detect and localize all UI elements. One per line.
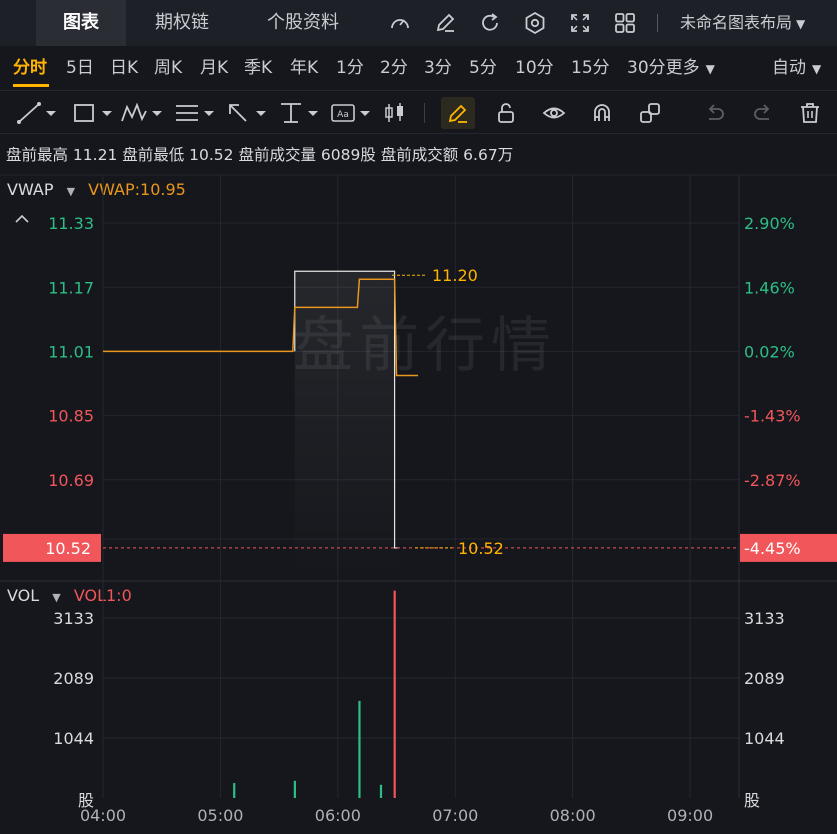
volume-bar [358,700,361,798]
volume-tick-label-right: 2089 [744,669,785,688]
volume-bar [393,590,396,798]
x-tick-label: 06:00 [315,806,361,825]
pct-tick-label: 2.90% [744,214,795,233]
volume-bar [293,780,296,798]
x-tick-label: 05:00 [197,806,243,825]
volume-bar [379,784,383,798]
x-tick-label: 09:00 [667,806,713,825]
pct-tick-label: 0.02% [744,342,795,361]
volume-unit-label: 股 [78,791,94,810]
last-price-badge-text: 10.52 [45,539,91,558]
price-tick-label: 10.69 [48,471,94,490]
pct-tick-label: -1.43% [744,407,801,426]
volume-tick-label-right: 1044 [744,729,785,748]
pct-tick-label: 1.46% [744,278,795,297]
pct-tick-label: -2.87% [744,471,801,490]
last-pct-badge-text: -4.45% [744,539,801,558]
price-tick-label: 11.01 [48,342,94,361]
x-tick-label: 07:00 [432,806,478,825]
volume-tick-label: 2089 [53,669,94,688]
high-price-annotation: 11.20 [432,266,478,285]
volume-unit-label-right: 股 [744,791,760,810]
x-tick-label: 08:00 [550,806,596,825]
price-area-fill [294,271,399,580]
price-tick-label: 11.33 [48,214,94,233]
price-volume-chart[interactable]: 盘前行情 04:00 05:00 06:00 07:00 08:00 09:0011.33… [0,0,837,834]
price-tick-label: 11.17 [48,278,94,297]
price-tick-label: 10.85 [48,407,94,426]
volume-bar [233,783,236,798]
volume-tick-label: 3133 [53,609,94,628]
volume-tick-label-right: 3133 [744,609,785,628]
volume-tick-label: 1044 [53,729,94,748]
low-price-annotation: 10.52 [458,539,504,558]
